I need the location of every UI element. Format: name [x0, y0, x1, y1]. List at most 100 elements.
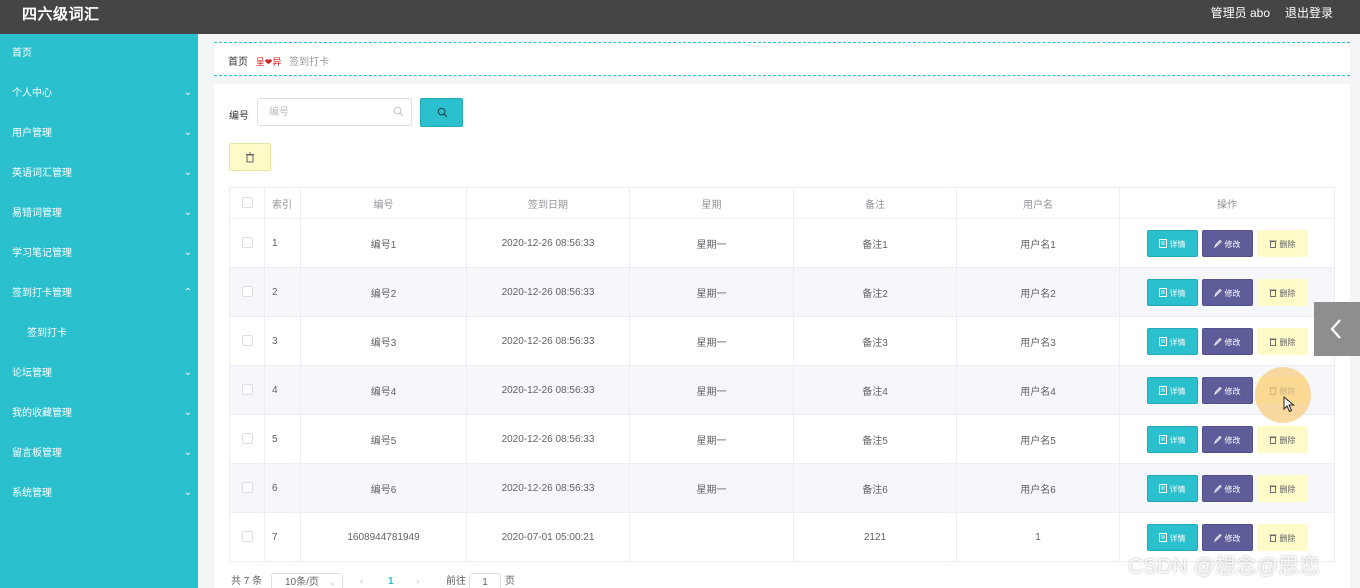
row-checkbox[interactable]: [241, 335, 253, 347]
delete-button[interactable]: 删除: [1256, 327, 1308, 355]
edit-button[interactable]: 修改: [1201, 229, 1253, 257]
edit-button[interactable]: 修改: [1201, 376, 1253, 404]
delete-button[interactable]: 删除: [1256, 278, 1308, 306]
cell-index: 3: [264, 316, 301, 366]
search-field[interactable]: [257, 98, 412, 126]
sidebar-item-label: 留言板管理: [12, 448, 62, 459]
detail-button[interactable]: 详情: [1146, 425, 1198, 453]
sidebar: 首页 个人中心 ⌄ 用户管理 ⌄ 英语词汇管理 ⌄ 易错词管理 ⌄ 学习笔记管理…: [0, 34, 198, 588]
edit-button[interactable]: 修改: [1201, 278, 1253, 306]
sidebar-item-label: 用户管理: [12, 128, 52, 139]
delete-button-label: 删除: [1279, 386, 1296, 396]
page-number-current[interactable]: 1: [388, 573, 394, 588]
actions-cell: 详情 修改 删除: [1119, 463, 1335, 513]
trash-icon: [1269, 289, 1276, 297]
detail-button[interactable]: 详情: [1146, 229, 1198, 257]
sidebar-item-label: 英语词汇管理: [12, 168, 72, 179]
logout-link[interactable]: 退出登录: [1285, 4, 1333, 21]
table-row: 4 编号4 2020-12-26 08:56:33 星期一 备注4 用户名4 详情 修改 删除: [229, 365, 1335, 415]
edit-button[interactable]: 修改: [1201, 425, 1253, 453]
detail-button[interactable]: 详情: [1146, 523, 1198, 551]
chevron-up-icon: ⌃: [183, 287, 192, 298]
edit-button[interactable]: 修改: [1201, 523, 1253, 551]
edit-icon: [1213, 484, 1222, 493]
row-checkbox[interactable]: [241, 531, 253, 543]
row-checkbox[interactable]: [241, 384, 253, 396]
collapse-panel-button[interactable]: [1314, 302, 1360, 356]
sidebar-item-user-management[interactable]: 用户管理 ⌄: [0, 114, 198, 154]
row-checkbox[interactable]: [241, 237, 253, 249]
breadcrumb-separator: 呈❤异: [255, 57, 282, 67]
breadcrumb-bar: 首页 呈❤异 签到打卡: [214, 42, 1350, 76]
document-icon: [1158, 336, 1167, 346]
detail-button[interactable]: 详情: [1146, 278, 1198, 306]
sidebar-item-label: 签到打卡管理: [12, 288, 72, 299]
search-input[interactable]: [258, 99, 383, 125]
select-all-checkbox[interactable]: [241, 197, 253, 209]
sidebar-item-favorites[interactable]: 我的收藏管理 ⌄: [0, 394, 198, 434]
search-icon: [393, 106, 404, 117]
cell-date: 2020-12-26 08:56:33: [466, 218, 630, 268]
column-header: 备注: [793, 187, 957, 219]
sidebar-item-message-board[interactable]: 留言板管理 ⌄: [0, 434, 198, 474]
table-row: 1 编号1 2020-12-26 08:56:33 星期一 备注1 用户名1 详情 修改 删除: [229, 218, 1335, 268]
actions-cell: 详情 修改 删除: [1119, 414, 1335, 464]
breadcrumb-home[interactable]: 首页: [228, 57, 248, 68]
delete-button[interactable]: 删除: [1256, 229, 1308, 257]
edit-button[interactable]: 修改: [1201, 474, 1253, 502]
pagination-total: 共 7 条: [231, 576, 263, 587]
edit-icon: [1213, 239, 1222, 248]
chevron-left-icon: [1330, 319, 1341, 339]
detail-button[interactable]: 详情: [1146, 327, 1198, 355]
column-header: 编号: [300, 187, 467, 219]
sidebar-item-vocabulary-management[interactable]: 英语词汇管理 ⌄: [0, 154, 198, 194]
detail-button[interactable]: 详情: [1146, 376, 1198, 404]
sidebar-item-forum[interactable]: 论坛管理 ⌄: [0, 354, 198, 394]
row-select-cell: [229, 316, 265, 366]
row-checkbox[interactable]: [241, 482, 253, 494]
chevron-down-icon: ⌄: [183, 367, 192, 378]
cell-remark: 备注5: [793, 414, 957, 464]
sidebar-item-system[interactable]: 系统管理 ⌄: [0, 474, 198, 514]
row-select-cell: [229, 267, 265, 317]
edit-button-label: 修改: [1224, 386, 1241, 396]
chevron-down-icon: ⌄: [183, 247, 192, 258]
sidebar-item-personal-center[interactable]: 个人中心 ⌄: [0, 74, 198, 114]
chevron-down-icon: ⌄: [183, 407, 192, 418]
sidebar-item-home[interactable]: 首页: [0, 34, 198, 74]
sidebar-item-study-notes[interactable]: 学习笔记管理 ⌄: [0, 234, 198, 274]
row-checkbox[interactable]: [241, 286, 253, 298]
batch-delete-button[interactable]: [229, 143, 271, 171]
row-select-cell: [229, 512, 265, 562]
delete-button[interactable]: 删除: [1256, 523, 1308, 551]
column-header: 签到日期: [466, 187, 630, 219]
prev-page-button[interactable]: ‹: [360, 573, 363, 588]
chevron-down-icon: ⌄: [183, 207, 192, 218]
sidebar-subitem-checkin[interactable]: 签到打卡: [0, 314, 198, 354]
cell-date: 2020-12-26 08:56:33: [466, 463, 630, 513]
row-checkbox[interactable]: [241, 433, 253, 445]
detail-button-label: 详情: [1169, 484, 1186, 494]
goto-page-input[interactable]: 1: [469, 573, 501, 588]
sidebar-item-checkin-management[interactable]: 签到打卡管理 ⌃: [0, 274, 198, 314]
delete-button-label: 删除: [1279, 533, 1296, 543]
search-button[interactable]: [420, 98, 463, 127]
document-icon: [1158, 385, 1167, 395]
cell-date: 2020-12-26 08:56:33: [466, 414, 630, 464]
cell-code: 1608944781949: [300, 512, 467, 562]
next-page-button[interactable]: ›: [416, 573, 419, 588]
delete-button[interactable]: 删除: [1256, 376, 1308, 404]
sidebar-item-error-words[interactable]: 易错词管理 ⌄: [0, 194, 198, 234]
cell-date: 2020-12-26 08:56:33: [466, 316, 630, 366]
table-row: 3 编号3 2020-12-26 08:56:33 星期一 备注3 用户名3 详情 修改 删除: [229, 316, 1335, 366]
delete-button[interactable]: 删除: [1256, 474, 1308, 502]
edit-button-label: 修改: [1224, 435, 1241, 445]
page-size-select[interactable]: 10条/页 ⌄: [271, 573, 343, 588]
edit-button[interactable]: 修改: [1201, 327, 1253, 355]
cell-date: 2020-12-26 08:56:33: [466, 267, 630, 317]
detail-button-label: 详情: [1169, 533, 1186, 543]
row-select-cell: [229, 365, 265, 415]
delete-button[interactable]: 删除: [1256, 425, 1308, 453]
detail-button[interactable]: 详情: [1146, 474, 1198, 502]
content-panel: 编号 索引 编号 签到日期 星期 备注 用户名: [214, 84, 1350, 588]
